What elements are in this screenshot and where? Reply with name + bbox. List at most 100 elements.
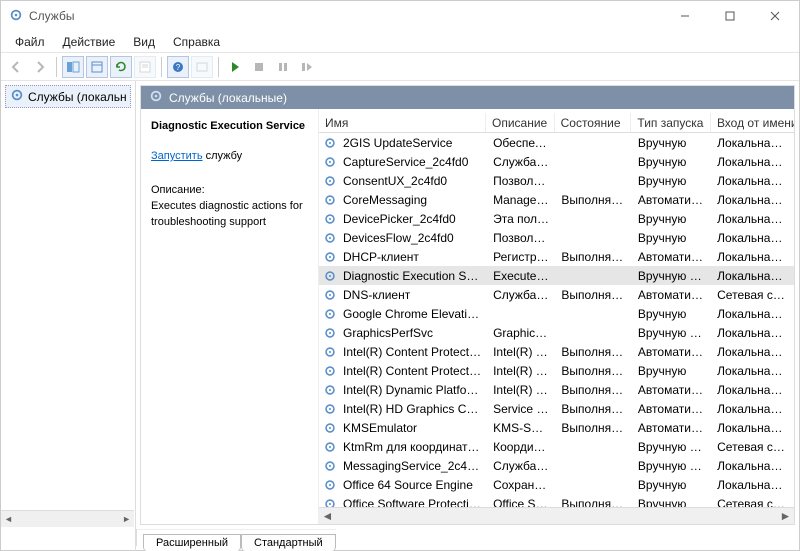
cell-startup: Автоматичес...: [632, 288, 711, 302]
service-row[interactable]: KMSEmulatorKMS-ServicВыполняетсяАвтомати…: [319, 418, 794, 437]
cell-desc: Служба, от...: [487, 459, 555, 473]
cell-name: Intel(R) HD Graphics Control ...: [337, 402, 487, 416]
panel-title: Службы (локальные): [169, 91, 287, 105]
col-desc[interactable]: Описание: [486, 113, 555, 132]
col-logon[interactable]: Вход от имени: [711, 113, 794, 132]
cell-logon: Локальная сис: [711, 307, 794, 321]
start-service-link[interactable]: Запустить: [151, 150, 203, 162]
service-row[interactable]: Diagnostic Execution ServiceExecutes di.…: [319, 266, 794, 285]
restart-service-button[interactable]: [296, 56, 318, 78]
cell-name: DNS-клиент: [337, 288, 487, 302]
show-hide-tree-button[interactable]: [62, 56, 84, 78]
cell-desc: Регистриру...: [487, 250, 555, 264]
col-status[interactable]: Состояние: [555, 113, 632, 132]
cell-status: Выполняется: [555, 421, 632, 435]
cell-status: Выполняется: [555, 345, 632, 359]
cell-logon: Локальная сис: [711, 478, 794, 492]
service-row[interactable]: Google Chrome Elevation Se... ВручнуюЛока…: [319, 304, 794, 323]
panel-header: Службы (локальные): [141, 86, 794, 109]
service-row[interactable]: KtmRm для координатора ...Координи...Вру…: [319, 437, 794, 456]
cell-name: Google Chrome Elevation Se...: [337, 307, 487, 321]
toolbar-extra-button[interactable]: [191, 56, 213, 78]
cell-name: Intel(R) Content Protection H...: [337, 364, 487, 378]
gear-icon: [319, 212, 337, 226]
col-name[interactable]: Имя: [319, 113, 486, 132]
stop-service-button[interactable]: [248, 56, 270, 78]
pause-service-button[interactable]: [272, 56, 294, 78]
cell-desc: Позволяет ...: [487, 174, 555, 188]
service-row[interactable]: DevicePicker_2c4fd0Эта пользо...ВручнуюЛ…: [319, 209, 794, 228]
service-row[interactable]: Intel(R) Content Protection H...Intel(R)…: [319, 361, 794, 380]
cell-startup: Автоматичес...: [632, 383, 711, 397]
menu-action[interactable]: Действие: [55, 33, 124, 51]
service-row[interactable]: Intel(R) HD Graphics Control ...Service …: [319, 399, 794, 418]
cell-startup: Вручную: [632, 212, 711, 226]
service-row[interactable]: Intel(R) Dynamic Platform an...Intel(R) …: [319, 380, 794, 399]
cell-startup: Автоматичес...: [632, 421, 711, 435]
close-button[interactable]: [752, 2, 797, 30]
app-icon: [9, 8, 23, 25]
service-row[interactable]: MessagingService_2c4fd0Служба, от...Вруч…: [319, 456, 794, 475]
cell-name: Office 64 Source Engine: [337, 478, 487, 492]
export-list-button[interactable]: [86, 56, 108, 78]
cell-logon: Локальная слу: [711, 250, 794, 264]
start-service-button[interactable]: [224, 56, 246, 78]
description-text: Executes diagnostic actions for troubles…: [151, 199, 308, 231]
service-row[interactable]: 2GIS UpdateServiceОбеспечив...ВручнуюЛок…: [319, 133, 794, 152]
scroll-left-icon[interactable]: ◄: [1, 514, 16, 524]
service-row[interactable]: DevicesFlow_2c4fd0Позволяет ...ВручнуюЛо…: [319, 228, 794, 247]
service-row[interactable]: Office 64 Source EngineСохранени...Вручн…: [319, 475, 794, 494]
properties-button[interactable]: [134, 56, 156, 78]
list-area: Имя Описание Состояние Тип запуска Вход …: [319, 109, 794, 524]
tree-root-item[interactable]: Службы (локальн: [5, 85, 131, 108]
minimize-button[interactable]: [662, 2, 707, 30]
maximize-button[interactable]: [707, 2, 752, 30]
service-row[interactable]: DHCP-клиентРегистриру...ВыполняетсяАвтом…: [319, 247, 794, 266]
cell-name: Intel(R) Dynamic Platform an...: [337, 383, 487, 397]
tree-horizontal-scrollbar[interactable]: ◄ ►: [1, 510, 134, 527]
menu-help[interactable]: Справка: [165, 33, 228, 51]
service-row[interactable]: ConsentUX_2c4fd0Позволяет ...ВручнуюЛока…: [319, 171, 794, 190]
scroll-left-icon[interactable]: ◄: [319, 508, 336, 525]
forward-button[interactable]: [29, 56, 51, 78]
service-row[interactable]: CoreMessagingManages c...ВыполняетсяАвто…: [319, 190, 794, 209]
cell-desc: Эта пользо...: [487, 212, 555, 226]
gear-icon: [319, 269, 337, 283]
scroll-right-icon[interactable]: ►: [119, 514, 134, 524]
cell-startup: Вручную: [632, 478, 711, 492]
cell-startup: Вручную: [632, 155, 711, 169]
cell-name: 2GIS UpdateService: [337, 136, 487, 150]
cell-logon: Сетевая служб: [711, 288, 794, 302]
gear-icon: [319, 497, 337, 508]
cell-startup: Вручную: [632, 497, 711, 508]
menu-file[interactable]: Файл: [7, 33, 53, 51]
service-row[interactable]: GraphicsPerfSvcGraphics p...Вручную (ак.…: [319, 323, 794, 342]
tab-standard[interactable]: Стандартный: [241, 534, 336, 551]
gear-icon: [149, 89, 163, 106]
scroll-right-icon[interactable]: ►: [777, 508, 794, 525]
service-row[interactable]: DNS-клиентСлужба DN...ВыполняетсяАвтомат…: [319, 285, 794, 304]
help-button[interactable]: ?: [167, 56, 189, 78]
start-suffix: службу: [203, 150, 243, 162]
cell-name: DevicePicker_2c4fd0: [337, 212, 487, 226]
service-row[interactable]: Intel(R) Content Protection H...Intel(R)…: [319, 342, 794, 361]
refresh-button[interactable]: [110, 56, 132, 78]
cell-logon: Сетевая служб: [711, 497, 794, 508]
cell-startup: Вручную (ак...: [632, 326, 711, 340]
service-row[interactable]: CaptureService_2c4fd0Служба за...Вручную…: [319, 152, 794, 171]
cell-name: CaptureService_2c4fd0: [337, 155, 487, 169]
service-row[interactable]: Office Software Protection Pl...Office S…: [319, 494, 794, 507]
cell-status: Выполняется: [555, 193, 632, 207]
tree-root-label: Службы (локальн: [28, 90, 127, 104]
tab-extended[interactable]: Расширенный: [143, 534, 241, 551]
back-button[interactable]: [5, 56, 27, 78]
cell-logon: Локальная сис: [711, 402, 794, 416]
cell-name: DHCP-клиент: [337, 250, 487, 264]
cell-logon: Локальная сис: [711, 345, 794, 359]
menu-view[interactable]: Вид: [125, 33, 163, 51]
horizontal-scrollbar[interactable]: ◄ ►: [319, 507, 794, 524]
cell-logon: Локальная сис: [711, 421, 794, 435]
cell-startup: Вручную: [632, 307, 711, 321]
cell-desc: Обеспечив...: [487, 136, 555, 150]
col-startup[interactable]: Тип запуска: [631, 113, 711, 132]
